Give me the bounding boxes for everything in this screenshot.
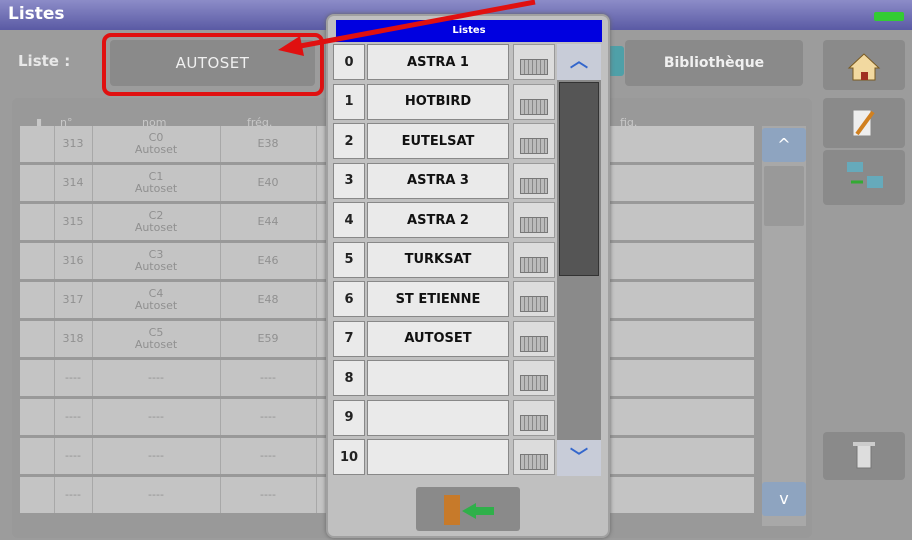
app-window: Listes Liste : AUTOSET Bibliothèque ▮ n°…	[0, 0, 912, 540]
annotation-arrow	[278, 0, 536, 56]
